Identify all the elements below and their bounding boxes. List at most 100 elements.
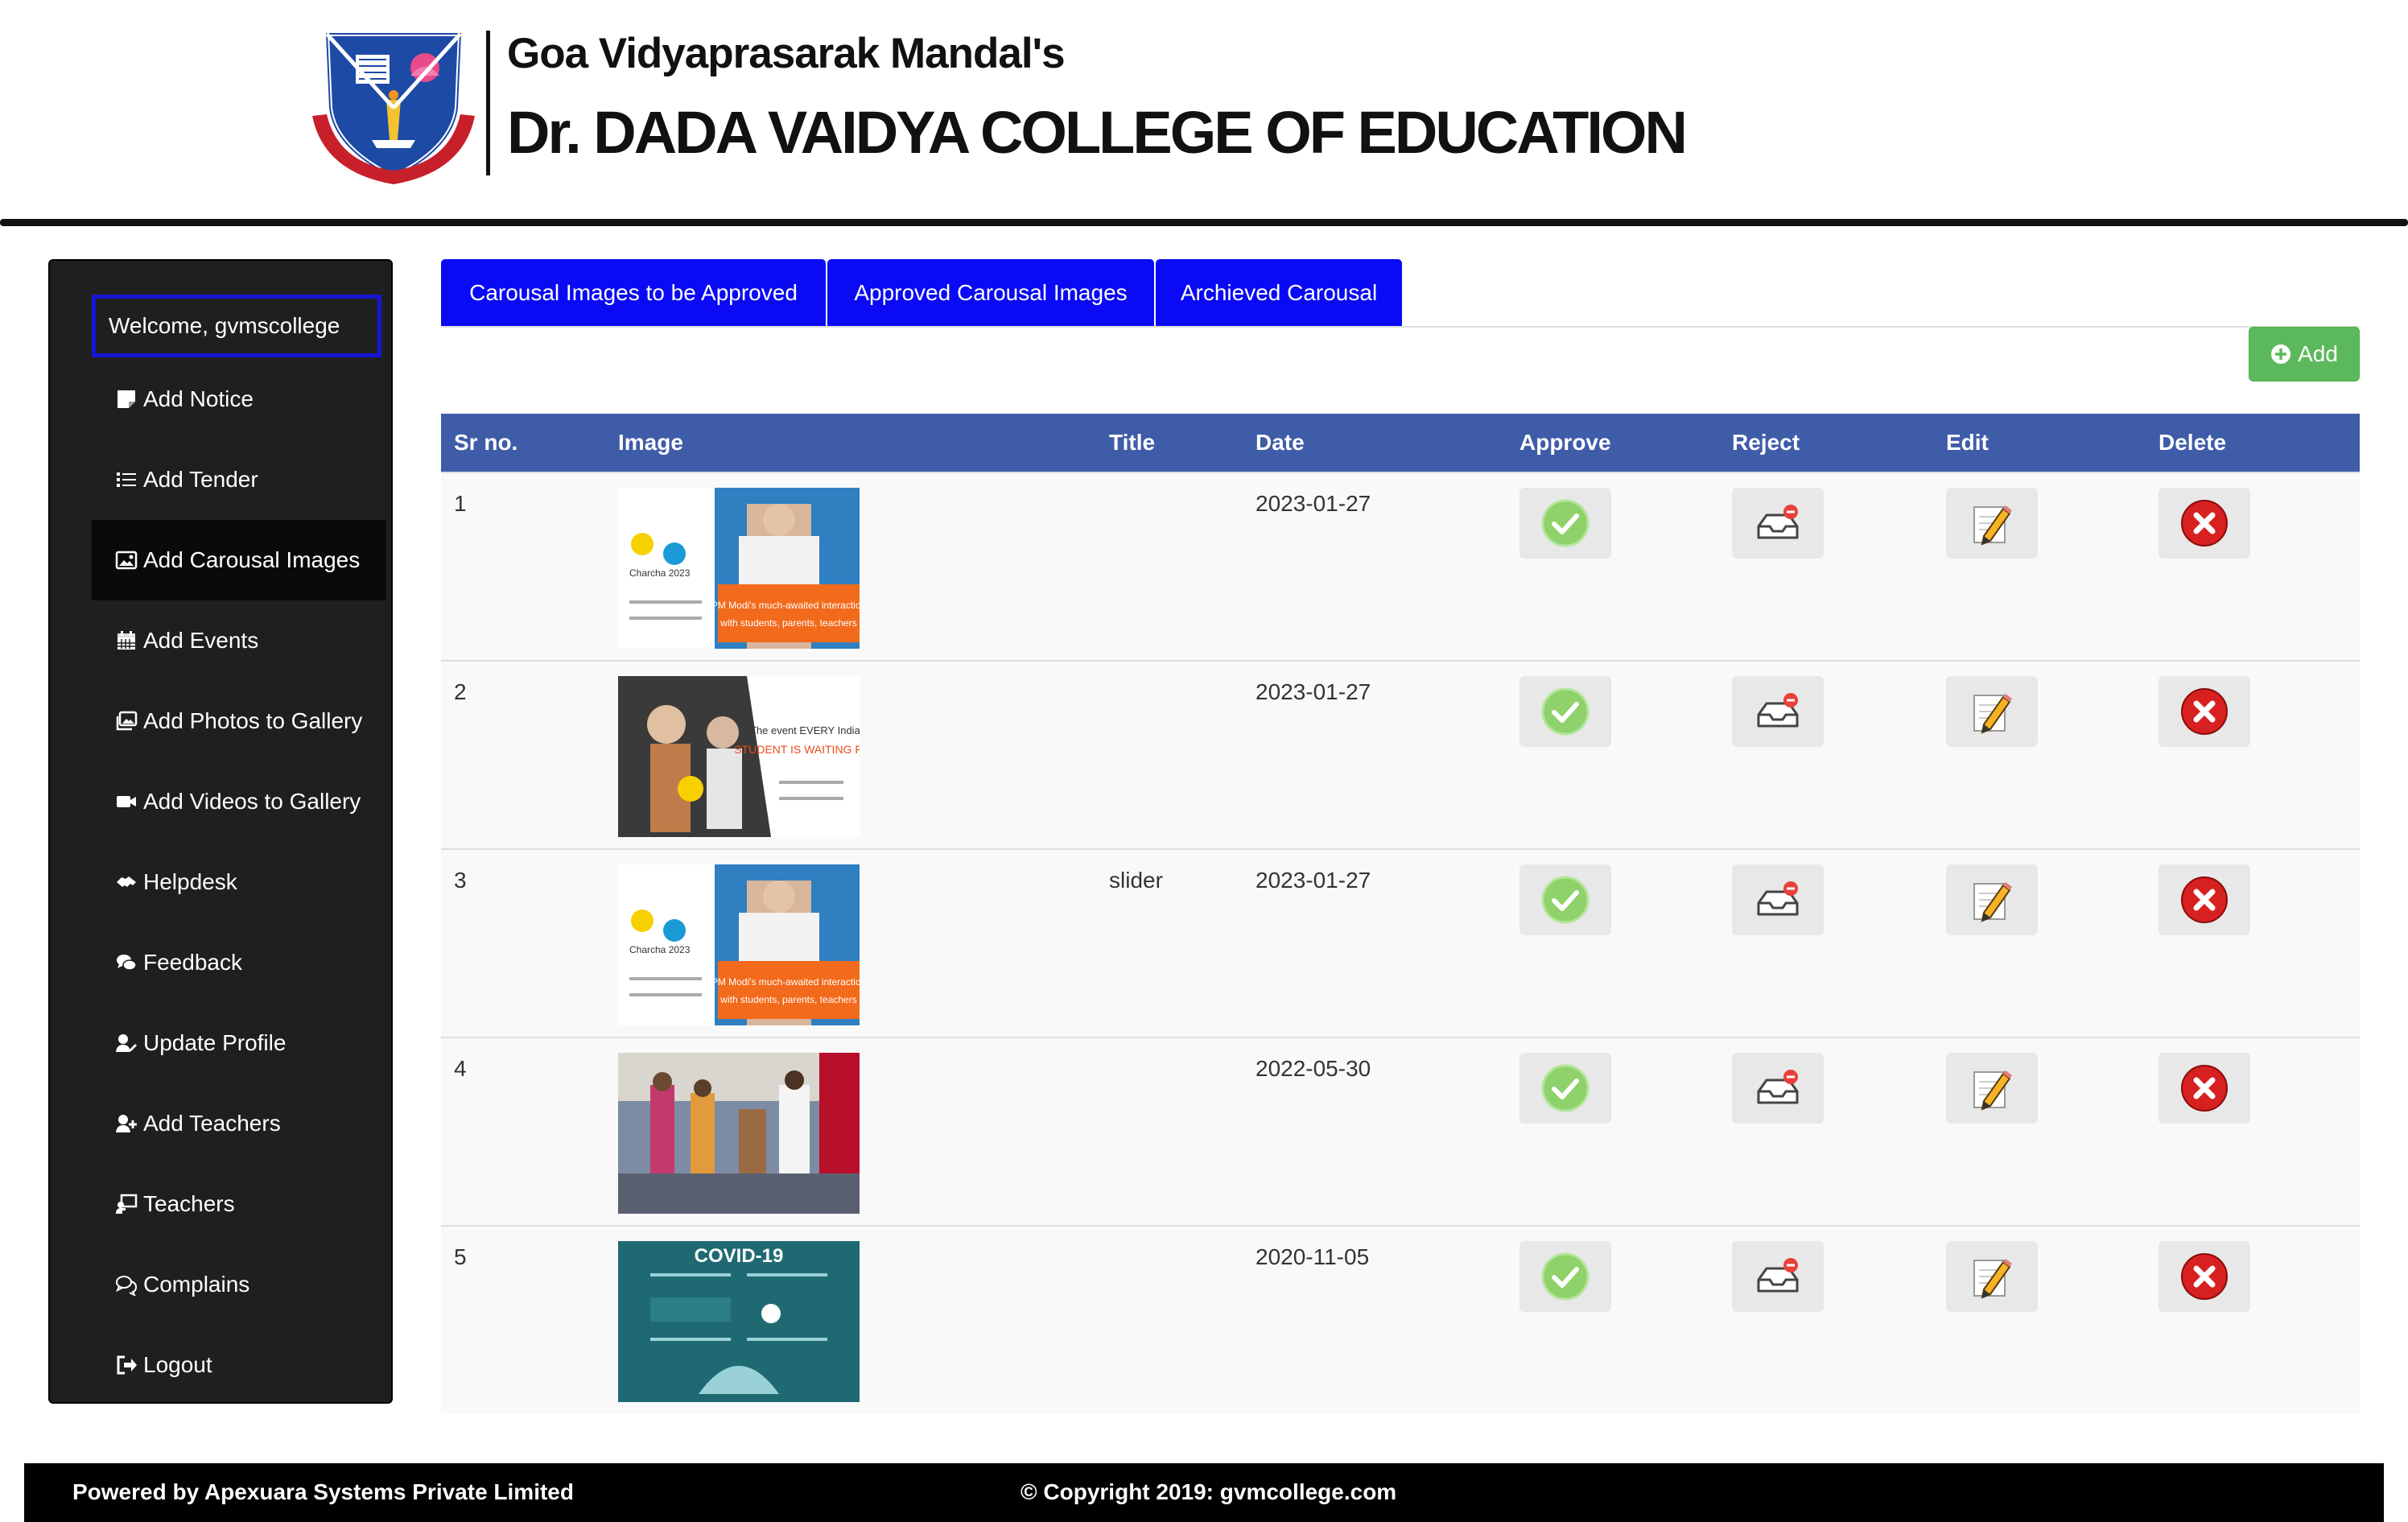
edit-button[interactable] <box>1946 1241 2038 1312</box>
svg-text:PM Modi's much-awaited interac: PM Modi's much-awaited interaction <box>711 976 860 988</box>
sidebar-item-label: Helpdesk <box>143 869 237 894</box>
sidebar-item-complains[interactable]: Complains <box>92 1244 386 1325</box>
add-button[interactable]: Add <box>2249 327 2360 382</box>
svg-text:Charcha 2023: Charcha 2023 <box>629 567 691 579</box>
approve-button[interactable] <box>1519 1053 1611 1124</box>
approve-check-icon <box>1541 687 1590 736</box>
sidebar-item-add-photos-to-gallery[interactable]: Add Photos to Gallery <box>92 681 386 761</box>
column-header-approve: Approve <box>1519 430 1611 455</box>
sidebar-item-add-teachers[interactable]: Add Teachers <box>92 1083 386 1164</box>
sidebar-item-label: Complains <box>143 1272 250 1297</box>
reject-inbox-icon <box>1757 505 1799 539</box>
sidebar-item-feedback[interactable]: Feedback <box>92 922 386 1003</box>
delete-x-icon <box>2181 500 2228 547</box>
tab-carousal-images-to-be-approved[interactable]: Carousal Images to be Approved <box>441 259 826 327</box>
handshake-icon <box>114 870 138 894</box>
row-sr-no: 2 <box>454 679 467 704</box>
approve-button[interactable] <box>1519 676 1611 747</box>
edit-pencil-icon <box>1973 694 2012 734</box>
column-header-delete: Delete <box>2159 430 2227 455</box>
approve-button[interactable] <box>1519 488 1611 559</box>
reject-button[interactable] <box>1732 864 1824 935</box>
delete-x-icon <box>2181 1065 2228 1112</box>
org-name: Goa Vidyaprasarak Mandal's <box>507 30 1066 77</box>
delete-button[interactable] <box>2159 864 2250 935</box>
sidebar-item-label: Logout <box>143 1352 212 1377</box>
sidebar-item-add-tender[interactable]: Add Tender <box>92 439 386 520</box>
tab-approved-carousal-images[interactable]: Approved Carousal Images <box>827 259 1154 327</box>
column-header-reject: Reject <box>1732 430 1800 455</box>
site-footer: Powered by Apexuara Systems Private Limi… <box>24 1463 2384 1522</box>
delete-button[interactable] <box>2159 1053 2250 1124</box>
sidebar: Welcome, gvmscollege Add Notice Add Tend… <box>48 259 393 1404</box>
sidebar-item-label: Teachers <box>143 1191 235 1216</box>
approve-check-icon <box>1541 1064 1590 1112</box>
edit-button[interactable] <box>1946 1053 2038 1124</box>
reject-button[interactable] <box>1732 676 1824 747</box>
edit-button[interactable] <box>1946 676 2038 747</box>
sidebar-item-label: Add Teachers <box>143 1111 281 1136</box>
sidebar-item-label: Feedback <box>143 950 242 975</box>
table-header: Sr no. Image Title Date Approve Reject E… <box>441 414 2360 472</box>
row-sr-no: 5 <box>454 1244 467 1269</box>
table-row: 2 The event EVERY Indian STUDENT IS WAITIN… <box>441 660 2360 848</box>
list-icon <box>114 468 138 492</box>
approve-check-icon <box>1541 499 1590 547</box>
delete-x-icon <box>2181 876 2228 923</box>
reject-inbox-icon <box>1757 1070 1799 1104</box>
powered-by-text: Powered by Apexuara Systems Private Limi… <box>72 1479 574 1504</box>
user-edit-icon <box>114 1031 138 1055</box>
reject-button[interactable] <box>1732 1241 1824 1312</box>
delete-x-icon <box>2181 1253 2228 1300</box>
carousal-thumbnail: PM Modi's much-awaited interaction with s… <box>618 488 860 649</box>
sidebar-item-logout[interactable]: Logout <box>92 1325 386 1405</box>
edit-pencil-icon <box>1973 882 2012 922</box>
sidebar-item-helpdesk[interactable]: Helpdesk <box>92 842 386 922</box>
sidebar-item-add-videos-to-gallery[interactable]: Add Videos to Gallery <box>92 761 386 842</box>
site-header: Goa Vidyaprasarak Mandal's Dr. DADA VAID… <box>0 0 2408 226</box>
sidebar-item-add-events[interactable]: Add Events <box>92 600 386 681</box>
college-name: Dr. DADA VAIDYA COLLEGE OF EDUCATION <box>507 99 1688 166</box>
reject-button[interactable] <box>1732 488 1824 559</box>
sidebar-item-add-notice[interactable]: Add Notice <box>92 359 386 439</box>
svg-text:Charcha 2023: Charcha 2023 <box>629 944 691 955</box>
comments-icon <box>114 951 138 975</box>
approve-button[interactable] <box>1519 1241 1611 1312</box>
table-row: 1 PM Modi's much-awaited interaction with … <box>441 472 2360 660</box>
copyright-text: © Copyright 2019: gvmcollege.com <box>1021 1479 1397 1504</box>
edit-button[interactable] <box>1946 488 2038 559</box>
tabs-divider <box>441 326 2360 328</box>
delete-button[interactable] <box>2159 1241 2250 1312</box>
reject-inbox-icon <box>1757 693 1799 728</box>
header-rule <box>0 219 2408 226</box>
reject-button[interactable] <box>1732 1053 1824 1124</box>
reject-inbox-icon <box>1757 881 1799 916</box>
carousal-images-table: Sr no. Image Title Date Approve Reject E… <box>441 414 2360 1413</box>
sidebar-item-add-carousal-images[interactable]: Add Carousal Images <box>92 520 386 600</box>
edit-button[interactable] <box>1946 864 2038 935</box>
approve-check-icon <box>1541 1252 1590 1301</box>
svg-text:The event EVERY Indian: The event EVERY Indian <box>750 724 860 736</box>
carousal-thumbnail: The event EVERY Indian STUDENT IS WAITING… <box>618 676 860 837</box>
sidebar-item-update-profile[interactable]: Update Profile <box>92 1003 386 1083</box>
row-date: 2022-05-30 <box>1256 1056 1371 1081</box>
row-sr-no: 4 <box>454 1056 467 1081</box>
tab-archieved-carousal[interactable]: Archieved Carousal <box>1156 259 1402 327</box>
delete-button[interactable] <box>2159 676 2250 747</box>
sidebar-item-label: Add Videos to Gallery <box>143 789 361 814</box>
edit-pencil-icon <box>1973 505 2012 546</box>
sidebar-item-teachers[interactable]: Teachers <box>92 1164 386 1244</box>
carousal-thumbnail: COVID-19 <box>618 1241 860 1402</box>
images-icon <box>114 709 138 733</box>
column-header-edit: Edit <box>1946 430 1989 455</box>
sidebar-item-label: Add Photos to Gallery <box>143 708 363 733</box>
row-sr-no: 1 <box>454 491 467 516</box>
row-title: slider <box>1109 868 1163 893</box>
row-date: 2023-01-27 <box>1256 868 1371 893</box>
approve-button[interactable] <box>1519 864 1611 935</box>
column-header-title: Title <box>1109 430 1156 455</box>
table-row: 3 PM Modi's much-awaited interaction with … <box>441 848 2360 1037</box>
add-button-label: Add <box>2298 341 2338 366</box>
delete-button[interactable] <box>2159 488 2250 559</box>
college-crest-logo <box>312 31 475 184</box>
